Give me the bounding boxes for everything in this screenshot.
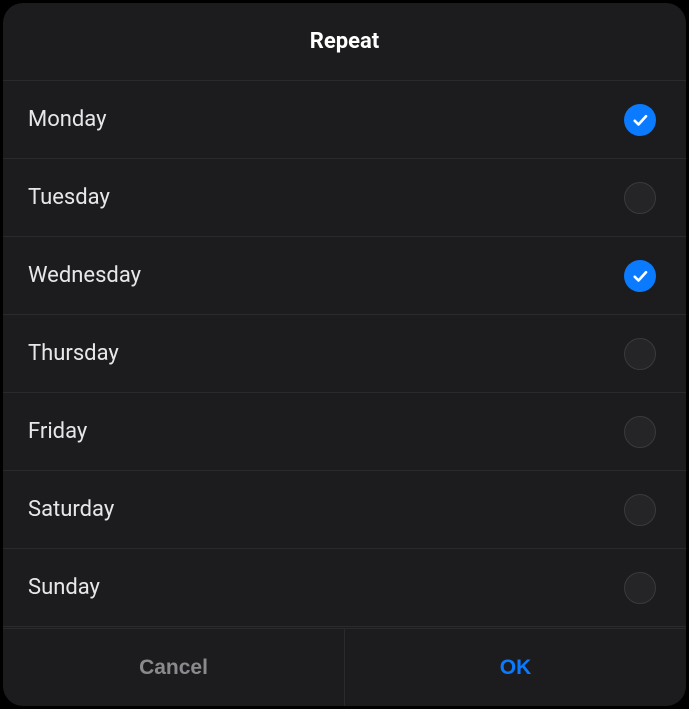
checkbox-sunday[interactable] <box>624 572 656 604</box>
day-row-wednesday[interactable]: Wednesday <box>3 237 686 315</box>
day-label: Saturday <box>28 497 114 522</box>
checkbox-saturday[interactable] <box>624 494 656 526</box>
checkbox-tuesday[interactable] <box>624 182 656 214</box>
day-row-monday[interactable]: Monday <box>3 81 686 159</box>
day-list: Monday Tuesday Wednesday Thursday Friday… <box>3 81 686 628</box>
checkbox-wednesday[interactable] <box>624 260 656 292</box>
cancel-button[interactable]: Cancel <box>3 629 345 706</box>
day-label: Thursday <box>28 341 119 366</box>
dialog-header: Repeat <box>3 3 686 81</box>
check-icon <box>631 267 649 285</box>
day-label: Monday <box>28 107 107 132</box>
day-row-tuesday[interactable]: Tuesday <box>3 159 686 237</box>
checkbox-friday[interactable] <box>624 416 656 448</box>
repeat-dialog: Repeat Monday Tuesday Wednesday Thursday… <box>3 3 686 706</box>
day-row-friday[interactable]: Friday <box>3 393 686 471</box>
day-row-sunday[interactable]: Sunday <box>3 549 686 627</box>
check-icon <box>631 111 649 129</box>
checkbox-monday[interactable] <box>624 104 656 136</box>
checkbox-thursday[interactable] <box>624 338 656 370</box>
day-label: Sunday <box>28 575 100 600</box>
dialog-footer: Cancel OK <box>3 628 686 706</box>
ok-button[interactable]: OK <box>345 629 686 706</box>
day-row-saturday[interactable]: Saturday <box>3 471 686 549</box>
day-row-thursday[interactable]: Thursday <box>3 315 686 393</box>
day-label: Tuesday <box>28 185 110 210</box>
day-label: Wednesday <box>28 263 141 288</box>
dialog-title: Repeat <box>310 29 379 54</box>
day-label: Friday <box>28 419 87 444</box>
